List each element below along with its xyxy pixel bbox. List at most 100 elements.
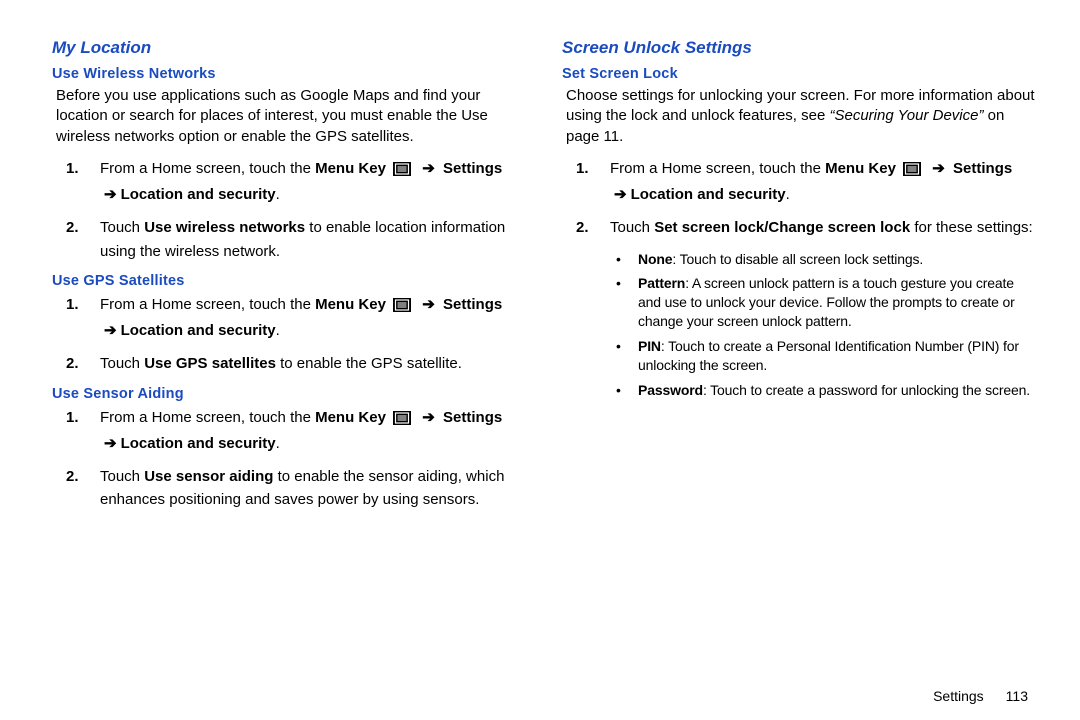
steps-set-screen-lock: 1. From a Home screen, touch the Menu Ke… [562,157,1036,406]
menu-key-label: Menu Key [825,160,896,177]
text: Touch [100,468,144,485]
settings-label: Settings [953,160,1012,177]
step-text: From a Home screen, touch the Menu Key ➔… [100,293,526,343]
arrow-icon: ➔ [104,432,117,455]
settings-label: Settings [443,409,502,426]
steps-use-sensor-aiding: 1. From a Home screen, touch the Menu Ke… [52,406,526,512]
bullet-dot: • [610,381,638,400]
option-label: Use GPS satellites [144,355,276,372]
steps-use-wireless-networks: 1. From a Home screen, touch the Menu Ke… [52,157,526,263]
footer-section-label: Settings [933,688,984,704]
page-footer: Settings 113 [933,688,1028,704]
option-label: Use sensor aiding [144,468,273,485]
step-1: 1. From a Home screen, touch the Menu Ke… [52,157,526,207]
arrow-icon: ➔ [422,406,435,429]
menu-key-icon [393,409,411,432]
step-number: 1. [562,157,610,180]
step-text: Touch Use GPS satellites to enable the G… [100,352,526,375]
section-title-screen-unlock: Screen Unlock Settings [562,38,1036,58]
text: : Touch to create a password for unlocki… [703,382,1030,398]
steps-use-gps-satellites: 1. From a Home screen, touch the Menu Ke… [52,293,526,376]
location-security-label: Location and security [121,322,276,339]
subhead-use-wireless-networks: Use Wireless Networks [52,66,526,82]
step-1: 1. From a Home screen, touch the Menu Ke… [52,293,526,343]
text: . [276,435,280,452]
arrow-icon: ➔ [614,183,627,206]
step-number: 2. [52,352,100,375]
arrow-icon: ➔ [104,183,117,206]
text: Touch [100,219,144,236]
subhead-use-gps-satellites: Use GPS Satellites [52,273,526,289]
step-2: 2. Touch Use wireless networks to enable… [52,216,526,263]
step-text: From a Home screen, touch the Menu Key ➔… [100,157,526,207]
step-1: 1. From a Home screen, touch the Menu Ke… [52,406,526,456]
text: . [786,186,790,203]
option-name: None [638,251,672,267]
text: . [276,322,280,339]
list-item: • Password: Touch to create a password f… [610,381,1036,400]
step-2: 2. Touch Use GPS satellites to enable th… [52,352,526,375]
menu-key-icon [393,296,411,319]
list-item: • PIN: Touch to create a Personal Identi… [610,337,1036,375]
screen-lock-options-list: • None: Touch to disable all screen lock… [610,250,1036,400]
location-security-label: Location and security [121,186,276,203]
text: From a Home screen, touch the [100,296,315,313]
step-text: From a Home screen, touch the Menu Key ➔… [100,406,526,456]
text: : A screen unlock pattern is a touch ges… [638,275,1015,329]
section-title-my-location: My Location [52,38,526,58]
menu-key-label: Menu Key [315,160,386,177]
step-number: 2. [562,216,610,239]
menu-key-icon [393,160,411,183]
step-number: 1. [52,293,100,316]
bullet-dot: • [610,250,638,269]
step-number: 1. [52,406,100,429]
list-item-text: None: Touch to disable all screen lock s… [638,250,923,269]
intro-use-wireless-networks: Before you use applications such as Goog… [52,86,526,147]
settings-label: Settings [443,296,502,313]
text: : Touch to disable all screen lock setti… [672,251,923,267]
text: From a Home screen, touch the [610,160,825,177]
arrow-icon: ➔ [422,157,435,180]
text: Touch [610,219,654,236]
arrow-icon: ➔ [104,319,117,342]
bullet-dot: • [610,274,638,293]
step-2: 2. Touch Set screen lock/Change screen l… [562,216,1036,405]
step-text: Touch Use wireless networks to enable lo… [100,216,526,263]
reference-title: “Securing Your Device” [830,107,984,124]
list-item: • Pattern: A screen unlock pattern is a … [610,274,1036,331]
option-label: Use wireless networks [144,219,305,236]
bullet-dot: • [610,337,638,356]
text: . [276,186,280,203]
text: to enable the GPS satellite. [276,355,462,372]
menu-key-label: Menu Key [315,296,386,313]
left-column: My Location Use Wireless Networks Before… [52,38,526,522]
arrow-icon: ➔ [422,293,435,316]
text: Touch [100,355,144,372]
menu-key-label: Menu Key [315,409,386,426]
footer-page-number: 113 [1006,688,1028,704]
text: for these settings: [910,219,1033,236]
list-item-text: Pattern: A screen unlock pattern is a to… [638,274,1036,331]
page-content: My Location Use Wireless Networks Before… [0,0,1080,552]
list-item-text: PIN: Touch to create a Personal Identifi… [638,337,1036,375]
text: : Touch to create a Personal Identificat… [638,338,1019,373]
step-text: From a Home screen, touch the Menu Key ➔… [610,157,1036,207]
option-name: Pattern [638,275,685,291]
text: From a Home screen, touch the [100,160,315,177]
step-2: 2. Touch Use sensor aiding to enable the… [52,465,526,512]
menu-key-icon [903,160,921,183]
step-number: 1. [52,157,100,180]
intro-set-screen-lock: Choose settings for unlocking your scree… [562,86,1036,147]
text: From a Home screen, touch the [100,409,315,426]
step-1: 1. From a Home screen, touch the Menu Ke… [562,157,1036,207]
location-security-label: Location and security [631,186,786,203]
option-label: Set screen lock/Change screen lock [654,219,910,236]
option-name: Password [638,382,703,398]
list-item-text: Password: Touch to create a password for… [638,381,1030,400]
step-number: 2. [52,465,100,488]
right-column: Screen Unlock Settings Set Screen Lock C… [562,38,1036,522]
subhead-use-sensor-aiding: Use Sensor Aiding [52,386,526,402]
subhead-set-screen-lock: Set Screen Lock [562,66,1036,82]
location-security-label: Location and security [121,435,276,452]
list-item: • None: Touch to disable all screen lock… [610,250,1036,269]
